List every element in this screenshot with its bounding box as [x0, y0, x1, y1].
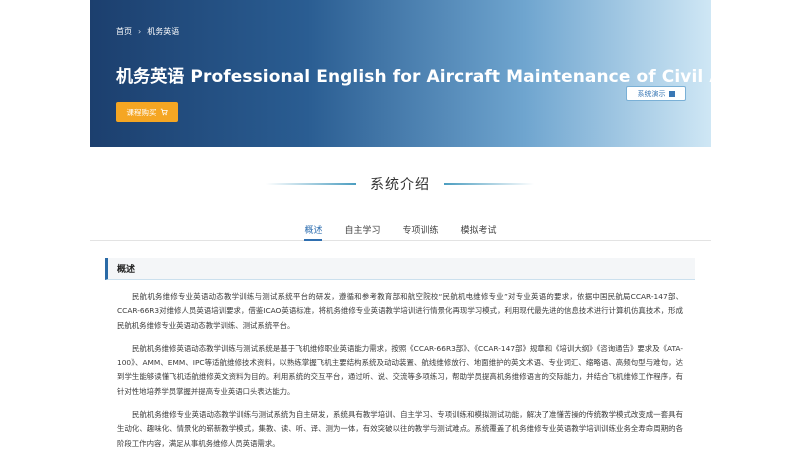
- tab-mock-exam[interactable]: 模拟考试: [461, 219, 497, 241]
- breadcrumb-current: 机务英语: [147, 27, 180, 36]
- system-demo-button[interactable]: 系统演示: [626, 86, 686, 101]
- overview-panel: 概述 民航机务维修专业英语动态教学训练与测试系统平台的研发，遵循和参考教育部和航…: [105, 258, 695, 451]
- breadcrumb-home[interactable]: 首页: [116, 26, 132, 37]
- tab-self-study[interactable]: 自主学习: [344, 219, 380, 241]
- section-divider-left: [266, 183, 356, 185]
- course-buy-button[interactable]: 课程购买: [116, 102, 178, 122]
- cart-icon: [160, 108, 168, 116]
- breadcrumb: 首页 › 机务英语: [116, 26, 179, 37]
- system-demo-label: 系统演示: [637, 89, 666, 98]
- overview-paragraph: 民航机务维修专业英语动态教学训练与测试系统平台的研发，遵循和参考教育部和航空院校…: [117, 292, 683, 330]
- tab-special-training[interactable]: 专项训练: [403, 219, 439, 241]
- section-heading: 系统介绍: [0, 172, 800, 196]
- tab-overview[interactable]: 概述: [304, 219, 323, 241]
- section-divider-right: [444, 183, 534, 185]
- section-title: 系统介绍: [370, 177, 430, 193]
- document-icon: [668, 90, 675, 97]
- overview-paragraph: 民航机务维修专业英语动态教学训练与测试系统为自主研发，系统具有教学培训、自主学习…: [117, 410, 683, 448]
- page-title: 机务英语 Professional English for Aircraft M…: [116, 67, 711, 87]
- intro-tabs: 概述 自主学习 专项训练 模拟考试: [90, 219, 711, 241]
- course-banner: 首页 › 机务英语 机务英语 Professional English for …: [90, 0, 711, 147]
- breadcrumb-separator-icon: ›: [138, 27, 142, 36]
- course-buy-label: 课程购买: [126, 107, 157, 117]
- overview-paragraph: 民航机务维修英语动态教学训练与测试系统是基于飞机维修职业英语能力需求，按照《CC…: [117, 343, 683, 396]
- overview-heading: 概述: [105, 258, 695, 280]
